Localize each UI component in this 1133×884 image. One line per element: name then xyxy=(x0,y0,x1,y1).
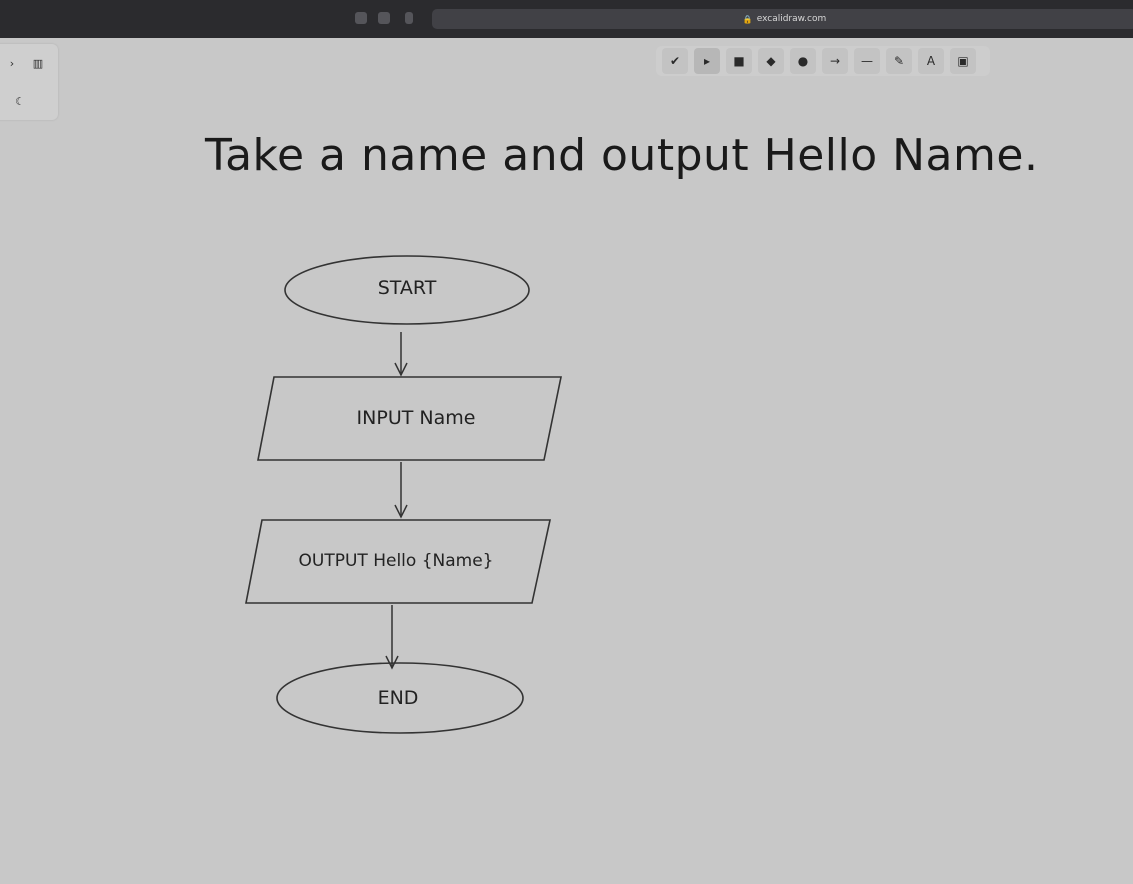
end-label: END xyxy=(378,687,419,709)
lock-icon: 🔒 xyxy=(742,14,753,24)
browser-chrome: 🔒 excalidraw.com xyxy=(0,0,1133,38)
output-label: OUTPUT Hello {Name} xyxy=(299,551,494,571)
back-arrow-icon[interactable] xyxy=(405,12,413,24)
input-label: INPUT Name xyxy=(357,407,476,429)
url-text: excalidraw.com xyxy=(756,14,827,24)
sidebar-toggle-icon[interactable] xyxy=(378,12,390,24)
start-label: START xyxy=(378,277,437,299)
canvas-title-text[interactable]: Take a name and output Hello Name. xyxy=(205,130,1038,181)
address-bar[interactable]: 🔒 excalidraw.com xyxy=(432,9,1133,29)
back-button[interactable] xyxy=(355,12,367,24)
